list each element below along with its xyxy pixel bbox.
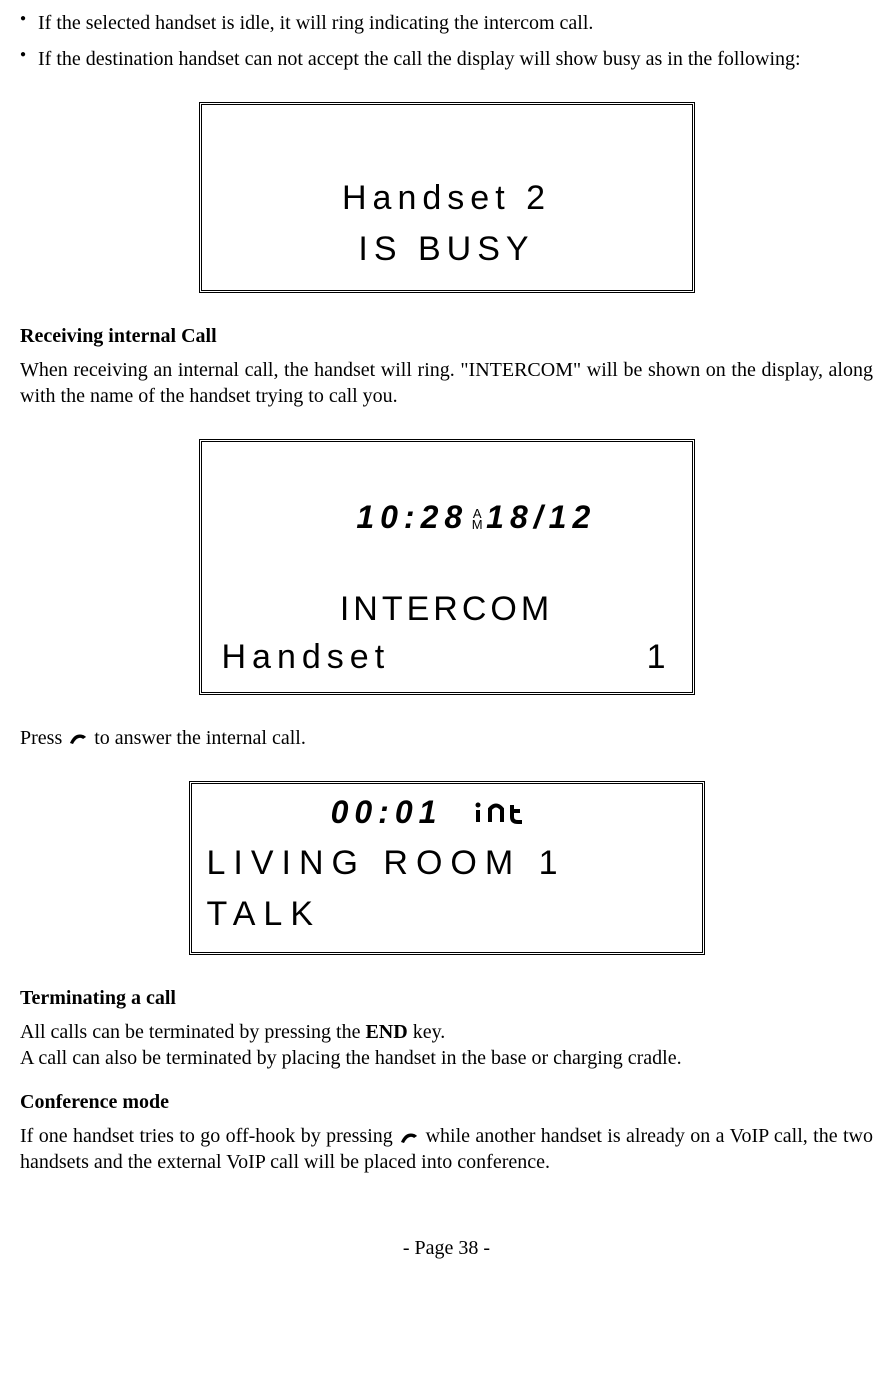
lcd-talk-line2: TALK xyxy=(207,889,687,940)
heading-conference: Conference mode xyxy=(20,1089,873,1115)
terminating-body2: A call can also be terminated by placing… xyxy=(20,1047,682,1069)
terminating-post: key. xyxy=(408,1021,446,1043)
press-text: Press to answer the internal call. xyxy=(20,725,873,751)
lcd-talk-top: 00:01 xyxy=(207,792,687,834)
press-text-post: to answer the internal call. xyxy=(89,727,306,749)
lcd-handset-num: 1 xyxy=(647,635,672,679)
conference-pre: If one handset tries to go off-hook by p… xyxy=(20,1125,398,1147)
lcd-busy-line1: Handset 2 xyxy=(342,173,551,224)
phone-icon xyxy=(398,1129,420,1147)
lcd-intercom-timebar: 10:28AM18/12 xyxy=(217,450,677,584)
lcd-display-busy: Handset 2 IS BUSY xyxy=(199,102,695,293)
bullet-item: If the selected handset is idle, it will… xyxy=(20,10,873,36)
conference-body: If one handset tries to go off-hook by p… xyxy=(20,1123,873,1175)
receiving-body: When receiving an internal call, the han… xyxy=(20,357,873,409)
heading-receiving: Receiving internal Call xyxy=(20,323,873,349)
heading-terminating: Terminating a call xyxy=(20,985,873,1011)
phone-icon xyxy=(67,730,89,748)
lcd-intercom-label: INTERCOM xyxy=(217,584,677,635)
press-text-pre: Press xyxy=(20,727,67,749)
int-icon xyxy=(472,797,562,827)
bullet-item: If the destination handset can not accep… xyxy=(20,46,873,72)
lcd-ampm: AM xyxy=(468,508,486,531)
lcd-talk-line1: LIVING ROOM 1 xyxy=(207,838,687,889)
end-key-label: END xyxy=(365,1021,407,1043)
lcd-talk-time: 00:01 xyxy=(331,792,443,834)
terminating-body: All calls can be terminated by pressing … xyxy=(20,1019,873,1071)
bullet-list: If the selected handset is idle, it will… xyxy=(20,10,873,72)
lcd-date: 18/12 xyxy=(486,499,596,535)
lcd-busy-line2: IS BUSY xyxy=(358,224,534,275)
terminating-pre: All calls can be terminated by pressing … xyxy=(20,1021,365,1043)
lcd-time: 10:28 xyxy=(356,499,468,535)
lcd-handset-row: Handset 1 xyxy=(217,635,677,679)
lcd-display-intercom: 10:28AM18/12 INTERCOM Handset 1 xyxy=(199,439,695,695)
lcd-display-talk: 00:01 LIVING ROOM 1 TALK xyxy=(189,781,705,956)
page-footer: - Page 38 - xyxy=(20,1235,873,1261)
lcd-handset-label: Handset xyxy=(222,635,391,679)
